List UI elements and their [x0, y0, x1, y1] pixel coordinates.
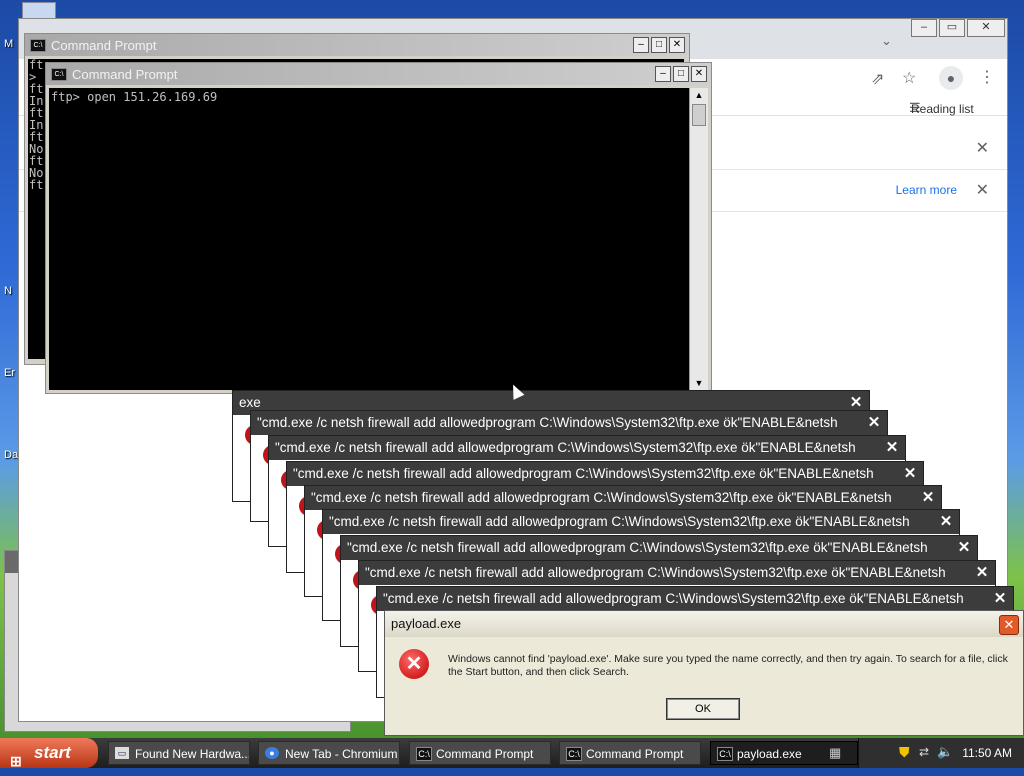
- start-button[interactable]: ⊞ start: [0, 738, 98, 769]
- ok-button[interactable]: OK: [666, 698, 740, 720]
- cmd-icon: C:\: [51, 68, 67, 81]
- console-prompt-line: ftp> open 151.26.169.69: [51, 90, 218, 104]
- taskbar-item-label: Command Prompt: [436, 747, 534, 761]
- error-dialog-close-button[interactable]: ✕: [919, 489, 937, 507]
- error-dialog-title: "cmd.exe /c netsh firewall add allowedpr…: [251, 411, 887, 435]
- payload-dialog-title: payload.exe: [385, 611, 1023, 637]
- error-dialog-close-button[interactable]: ✕: [973, 564, 991, 582]
- taskbar-item-chromium[interactable]: ● New Tab - Chromium: [258, 741, 400, 765]
- browser-maximize-button[interactable]: ▭: [939, 19, 965, 37]
- share-icon[interactable]: ⇗: [871, 69, 884, 89]
- taskbar-item-hardware[interactable]: ▭ Found New Hardwa...: [108, 741, 250, 765]
- windows-flag-icon: ⊞: [10, 753, 22, 769]
- menu-kebab-icon[interactable]: ⋮: [979, 67, 995, 87]
- cmd-front-close-button[interactable]: ✕: [691, 66, 707, 82]
- cmd-front-minimize-button[interactable]: –: [655, 66, 671, 82]
- cmd-icon: C:\: [566, 747, 582, 761]
- cmd-icon: C:\: [30, 39, 46, 52]
- scroll-down-arrow-icon[interactable]: ▼: [690, 376, 708, 390]
- desktop-label-2[interactable]: N: [4, 285, 12, 297]
- volume-icon[interactable]: 🔈: [937, 744, 953, 760]
- cmd-back-title: Command Prompt: [51, 38, 157, 53]
- profile-avatar-icon[interactable]: ●: [939, 66, 963, 90]
- scroll-thumb[interactable]: [692, 104, 706, 126]
- payload-dialog-message: Windows cannot find 'payload.exe'. Make …: [448, 653, 1008, 678]
- taskbar-item-label: payload.exe: [737, 747, 802, 761]
- taskbar-item-label: New Tab - Chromium: [285, 747, 398, 761]
- security-shield-icon[interactable]: ⛊: [899, 744, 910, 761]
- reading-list-button[interactable]: Reading list: [911, 102, 974, 116]
- cmd-back-maximize-button[interactable]: □: [651, 37, 667, 53]
- error-dialog-title: "cmd.exe /c netsh firewall add allowedpr…: [359, 561, 995, 585]
- chromium-icon: ●: [265, 747, 279, 759]
- start-label: start: [34, 743, 71, 762]
- cmd-front-console[interactable]: ftp> open 151.26.169.69: [49, 88, 689, 390]
- cmd-back-minimize-button[interactable]: –: [633, 37, 649, 53]
- payload-dialog-close-button[interactable]: ✕: [999, 615, 1019, 635]
- error-dialog-close-button[interactable]: ✕: [937, 513, 955, 531]
- taskbar-item-label: Command Prompt: [586, 747, 684, 761]
- info-bar-1-close-icon[interactable]: ✕: [976, 138, 989, 158]
- error-dialog-title: "cmd.exe /c netsh firewall add allowedpr…: [269, 436, 905, 460]
- taskbar-item-cmd-1[interactable]: C:\ Command Prompt: [409, 741, 551, 765]
- desktop-label-4[interactable]: Da: [4, 449, 18, 461]
- taskbar-item-cmd-2[interactable]: C:\ Command Prompt: [559, 741, 701, 765]
- keyboard-icon[interactable]: ▦: [829, 745, 841, 761]
- tab-search-chevron-icon[interactable]: ⌄: [881, 33, 892, 49]
- cmd-front-title: Command Prompt: [72, 67, 178, 82]
- error-dialog-close-button[interactable]: ✕: [955, 539, 973, 557]
- cmd-front-scrollbar[interactable]: ▲ ▼: [689, 88, 708, 390]
- desktop-label-3[interactable]: Er: [4, 367, 15, 379]
- bookmark-star-icon[interactable]: ☆: [902, 68, 916, 88]
- browser-close-button[interactable]: ✕: [967, 19, 1005, 37]
- desktop-label-1[interactable]: M: [4, 38, 13, 50]
- error-dialog-title: "cmd.exe /c netsh firewall add allowedpr…: [305, 486, 941, 510]
- cmd-front-titlebar[interactable]: C:\ Command Prompt – □ ✕: [46, 63, 711, 85]
- command-prompt-window-front[interactable]: C:\ Command Prompt – □ ✕ ftp> open 151.2…: [45, 62, 712, 394]
- network-icon[interactable]: ⇄: [919, 745, 929, 759]
- scroll-up-arrow-icon[interactable]: ▲: [690, 88, 708, 102]
- error-dialog-close-button[interactable]: ✕: [865, 414, 883, 432]
- error-icon: ✕: [399, 649, 429, 679]
- error-dialog-close-button[interactable]: ✕: [991, 590, 1009, 608]
- info-bar-2-close-icon[interactable]: ✕: [976, 180, 989, 200]
- taskbar: ⊞ start ▭ Found New Hardwa... ● New Tab …: [0, 738, 1024, 769]
- payload-error-dialog[interactable]: payload.exe ✕ ✕ Windows cannot find 'pay…: [384, 610, 1024, 736]
- cmd-front-maximize-button[interactable]: □: [673, 66, 689, 82]
- window-icon: ▭: [115, 747, 129, 759]
- browser-minimize-button[interactable]: –: [911, 19, 937, 37]
- clock[interactable]: 11:50 AM: [962, 746, 1012, 760]
- taskbar-item-label: Found New Hardwa...: [135, 747, 250, 761]
- error-dialog-title: "cmd.exe /c netsh firewall add allowedpr…: [341, 536, 977, 560]
- error-dialog-close-button[interactable]: ✕: [883, 439, 901, 457]
- cmd-icon: C:\: [717, 747, 733, 761]
- system-tray: ▦ ⛊ ⇄ 🔈 11:50 AM: [829, 738, 1024, 768]
- error-dialog-close-button[interactable]: ✕: [901, 465, 919, 483]
- cmd-back-titlebar[interactable]: C:\ Command Prompt – □ ✕: [25, 34, 689, 56]
- error-dialog-title: "cmd.exe /c netsh firewall add allowedpr…: [377, 587, 1013, 611]
- learn-more-link[interactable]: Learn more: [896, 183, 957, 197]
- cmd-icon: C:\: [416, 747, 432, 761]
- cmd-back-close-button[interactable]: ✕: [669, 37, 685, 53]
- error-dialog-title: "cmd.exe /c netsh firewall add allowedpr…: [323, 510, 959, 534]
- error-dialog-title: "cmd.exe /c netsh firewall add allowedpr…: [287, 462, 923, 486]
